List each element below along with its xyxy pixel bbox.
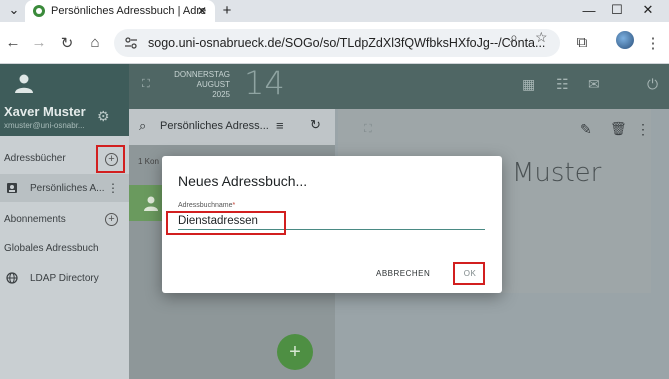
highlight-add-addressbook <box>96 145 125 173</box>
add-subscription-icon[interactable]: + <box>105 213 118 226</box>
sidebar-item-ldap[interactable]: LDAP Directory <box>0 264 129 292</box>
power-icon[interactable]: ⏻ <box>647 76 658 93</box>
contacts-icon[interactable]: ☷ <box>556 76 569 93</box>
gear-icon[interactable]: ⚙ <box>97 108 110 125</box>
contact-avatar-icon <box>144 196 158 211</box>
list-toolbar: ⌕ Persönliches Adress... ≡ ↻ <box>129 109 335 145</box>
window-close-icon[interactable]: ✕ <box>634 0 662 20</box>
site-settings-icon[interactable] <box>124 36 138 50</box>
browser-tab-bar: ⌄ Persönliches Adressbuch | Adre ✕ + — ☐… <box>0 0 669 22</box>
extensions-icon[interactable]: ⧉ <box>573 34 591 51</box>
day-number: 14 <box>244 64 285 102</box>
edit-pencil-icon[interactable]: ✎ <box>580 121 592 138</box>
sidebar-item-global[interactable]: Globales Adressbuch <box>0 234 129 262</box>
weekday: DONNERSTAG <box>174 70 230 79</box>
year: 2025 <box>212 90 230 99</box>
contact-name: Muster <box>512 158 602 188</box>
month: AUGUST <box>196 80 230 89</box>
addressbooks-label: Adressbücher <box>4 152 66 164</box>
home-icon[interactable]: ⌂ <box>86 34 104 51</box>
globe-icon <box>6 272 18 284</box>
highlight-name-input <box>166 211 286 235</box>
back-arrow-icon[interactable]: ← <box>4 34 22 51</box>
required-mark: * <box>232 202 236 209</box>
user-name: Xaver Muster <box>4 104 86 119</box>
user-icon <box>15 74 33 93</box>
subscriptions-label: Abonnements <box>4 213 66 225</box>
user-email: xmuster@uni-osnabr... <box>4 121 85 130</box>
search-icon[interactable]: ⌕ <box>139 118 146 134</box>
url-text: sogo.uni-osnabrueck.de/SOGo/so/TLdpZdXl3… <box>148 36 546 50</box>
browser-tab[interactable]: Persönliches Adressbuch | Adre ✕ <box>25 0 215 22</box>
minimize-icon[interactable]: — <box>575 0 603 20</box>
delete-trash-icon[interactable]: 🗑 <box>610 121 627 137</box>
personal-book-menu-icon[interactable]: ⋮ <box>107 181 119 195</box>
personal-book-label: Persönliches A... <box>30 182 105 194</box>
addressbook-name-label: Adressbuchname* <box>178 202 235 209</box>
forward-arrow-icon[interactable]: → <box>30 34 48 51</box>
user-panel: Xaver Muster xmuster@uni-osnabr... ⚙ <box>0 64 129 136</box>
menu-kebab-icon[interactable]: ⋮ <box>644 34 662 52</box>
global-addressbook-label: Globales Adressbuch <box>4 242 99 254</box>
sogo-favicon-icon <box>33 5 45 17</box>
new-tab-icon[interactable]: + <box>218 1 236 19</box>
mail-icon[interactable]: ✉ <box>588 76 600 93</box>
cancel-button[interactable]: ABBRECHEN <box>376 269 430 278</box>
more-menu-icon[interactable]: ⋮ <box>636 121 650 138</box>
refresh-icon[interactable]: ↻ <box>310 117 321 133</box>
tab-search-icon[interactable]: ⌄ <box>0 0 28 20</box>
tab-title: Persönliches Adressbuch | Adre <box>51 5 207 17</box>
list-title: Persönliches Adress... <box>160 120 269 132</box>
zoom-icon[interactable]: ⌕ <box>510 29 518 46</box>
calendar-icon[interactable]: ▦ <box>522 76 535 93</box>
reload-icon[interactable]: ↻ <box>58 34 76 52</box>
contact-count: 1 Kon <box>138 157 159 166</box>
sort-icon[interactable]: ≡ <box>276 118 284 133</box>
field-label-text: Adressbuchname <box>178 202 233 209</box>
dialog-title: Neues Adressbuch... <box>178 173 308 189</box>
bookmark-star-icon[interactable]: ☆ <box>535 29 548 46</box>
browser-toolbar: ← → ↻ ⌂ sogo.uni-osnabrueck.de/SOGo/so/T… <box>0 22 669 64</box>
maximize-icon[interactable]: ☐ <box>603 0 631 20</box>
add-contact-button[interactable]: + <box>277 334 313 370</box>
contact-book-icon <box>7 183 17 193</box>
tab-close-icon[interactable]: ✕ <box>197 4 207 18</box>
sidebar-item-personal-book[interactable]: Persönliches A... ⋮ <box>0 174 129 202</box>
sidebar: Xaver Muster xmuster@uni-osnabr... ⚙ Adr… <box>0 64 129 379</box>
profile-avatar[interactable] <box>616 31 634 49</box>
fullscreen-icon[interactable]: ⛶ <box>142 78 150 91</box>
expand-icon[interactable]: ⛶ <box>364 123 372 136</box>
date-block: DONNERSTAG AUGUST 2025 <box>172 70 230 100</box>
new-addressbook-dialog: Neues Adressbuch... Adressbuchname* ABBR… <box>162 156 502 293</box>
ldap-label: LDAP Directory <box>30 272 99 284</box>
highlight-ok-button <box>453 262 485 285</box>
address-bar[interactable]: sogo.uni-osnabrueck.de/SOGo/so/TLdpZdXl3… <box>114 29 560 57</box>
